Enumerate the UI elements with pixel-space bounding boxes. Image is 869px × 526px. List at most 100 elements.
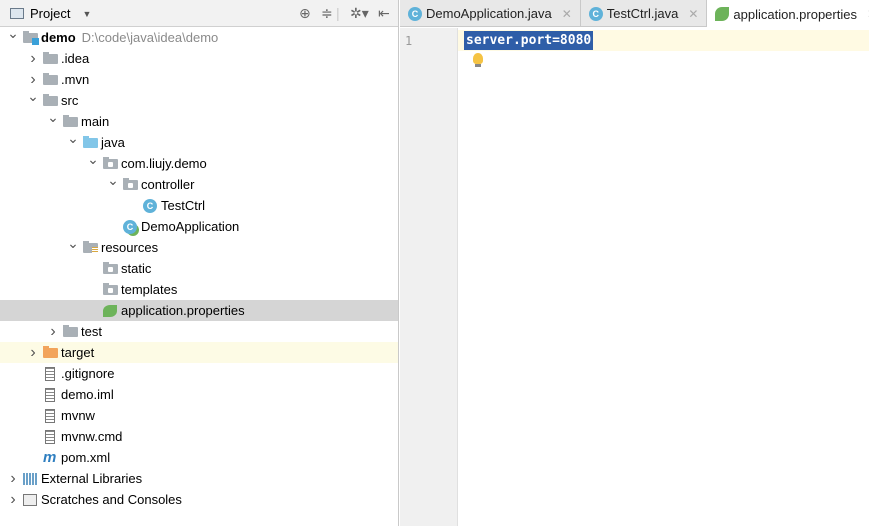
chevron-down-icon[interactable]: ⌄ — [47, 107, 59, 128]
folder-icon — [43, 94, 58, 106]
chevron-down-icon[interactable]: ⌄ — [87, 149, 99, 170]
gutter: 1 — [400, 28, 458, 526]
maven-icon: m — [43, 449, 57, 466]
tree-item[interactable]: › External Libraries — [0, 468, 398, 489]
close-icon[interactable]: ✕ — [562, 7, 572, 21]
tree-item-label: resources — [101, 237, 158, 258]
code-line[interactable]: server.port=8080 — [464, 31, 594, 50]
project-view-selector[interactable]: Project ▼ — [10, 6, 91, 21]
tree-item-name: .idea — [61, 51, 90, 66]
folder-icon — [43, 52, 58, 64]
editor-tab[interactable]: application.properties✕ — [707, 0, 869, 28]
tree-item[interactable]: mvnw — [0, 405, 398, 426]
resources-folder-icon — [83, 241, 98, 253]
tree-item-name: main — [81, 114, 110, 129]
tree-item[interactable]: ⌄ demo D:\code\java\idea\demo — [0, 25, 398, 48]
tree-item[interactable]: demo.iml — [0, 384, 398, 405]
spring-properties-icon — [103, 305, 117, 317]
editor-tabs: C DemoApplication.java ✕ C TestCtrl.java ✕ app… — [400, 0, 869, 28]
tree-item[interactable]: m pom.xml — [0, 447, 398, 468]
gear-icon[interactable]: ✲▾ — [350, 5, 369, 22]
tree-item-name: static — [121, 261, 152, 276]
lightbulb-icon[interactable] — [473, 53, 483, 67]
code-editor[interactable]: 1 server.port=8080 — [400, 28, 869, 526]
tree-item[interactable]: ⌄ main — [0, 109, 398, 132]
editor-tab[interactable]: C DemoApplication.java ✕ — [400, 0, 581, 27]
chevron-right-icon[interactable]: › — [47, 321, 59, 342]
file-icon — [45, 430, 55, 444]
tree-item-label: target — [61, 342, 94, 363]
tree-item-name: java — [101, 135, 125, 150]
file-icon — [45, 388, 55, 402]
tree-item-name: DemoApplication — [141, 219, 240, 234]
tree-item-label: .gitignore — [61, 363, 114, 384]
module-folder-icon — [23, 31, 39, 45]
package-folder-icon — [123, 178, 138, 190]
collapse-all-icon[interactable]: ≑ — [321, 5, 333, 22]
tree-item[interactable]: templates — [0, 279, 398, 300]
tree-item-name: src — [61, 93, 79, 108]
tree-item-label: pom.xml — [61, 447, 110, 468]
tree-item-name: mvnw — [61, 408, 95, 423]
tree-item[interactable]: › test — [0, 321, 398, 342]
tree-item-label: TestCtrl — [161, 195, 205, 216]
chevron-right-icon[interactable]: › — [27, 342, 39, 363]
chevron-right-icon[interactable]: › — [7, 489, 19, 510]
tree-item-path: D:\code\java\idea\demo — [81, 30, 219, 45]
tree-item-label: controller — [141, 174, 194, 195]
tree-item-label: src — [61, 90, 78, 111]
project-title: Project — [30, 6, 71, 21]
chevron-down-icon[interactable]: ⌄ — [7, 23, 19, 44]
tree-item[interactable]: ⌄ resources — [0, 235, 398, 258]
project-icon — [10, 8, 24, 19]
tree-item-label: com.liujy.demo — [121, 153, 207, 174]
tree-item-label: DemoApplication — [141, 216, 239, 237]
chevron-down-icon[interactable]: ⌄ — [107, 170, 119, 191]
source-folder-icon — [83, 136, 98, 148]
tree-item[interactable]: ⌄ controller — [0, 172, 398, 195]
tree-item[interactable]: ⌄ com.liujy.demo — [0, 151, 398, 174]
tree-item[interactable]: › target — [0, 342, 398, 363]
spring-class-icon: C — [408, 6, 422, 21]
tree-item[interactable]: static — [0, 258, 398, 279]
chevron-down-icon[interactable]: ⌄ — [67, 233, 79, 254]
chevron-right-icon[interactable]: › — [27, 48, 39, 69]
tree-item-label: .idea — [61, 48, 89, 69]
package-folder-icon — [103, 262, 118, 274]
chevron-down-icon[interactable]: ⌄ — [67, 128, 79, 149]
tree-item-label: demo D:\code\java\idea\demo — [41, 27, 218, 48]
spring-properties-icon — [715, 7, 730, 21]
tree-item-name: .mvn — [61, 72, 90, 87]
tree-item-label: External Libraries — [41, 468, 142, 489]
package-folder-icon — [103, 157, 118, 169]
close-icon[interactable]: ✕ — [688, 7, 698, 21]
tree-item[interactable]: .gitignore — [0, 363, 398, 384]
chevron-right-icon[interactable]: › — [7, 468, 19, 489]
tree-item-label: templates — [121, 279, 177, 300]
project-tree: ⌄ demo D:\code\java\idea\demo › .idea › .mvn ⌄ s… — [0, 25, 398, 510]
editor-area: C DemoApplication.java ✕ C TestCtrl.java ✕ app… — [400, 0, 869, 526]
tree-item[interactable]: ⌄ src — [0, 88, 398, 111]
tree-item-name: demo.iml — [61, 387, 114, 402]
tree-item-label: static — [121, 258, 151, 279]
tree-item[interactable]: › .mvn — [0, 69, 398, 90]
tree-item[interactable]: › Scratches and Consoles — [0, 489, 398, 510]
folder-icon — [43, 73, 58, 85]
scratches-icon — [23, 494, 37, 506]
tree-item-label: test — [81, 321, 102, 342]
tree-item[interactable]: ⌄ java — [0, 130, 398, 153]
tree-item-label: java — [101, 132, 125, 153]
tree-item-name: pom.xml — [61, 450, 111, 465]
hide-icon[interactable]: ⇤ — [378, 5, 390, 22]
tree-item[interactable]: › .idea — [0, 48, 398, 69]
project-toolbar: Project ▼ ⊕ ≑ | ✲▾ ⇤ — [0, 0, 398, 27]
locate-icon[interactable]: ⊕ — [299, 5, 311, 22]
chevron-down-icon[interactable]: ⌄ — [27, 86, 39, 107]
tree-item[interactable]: C TestCtrl — [0, 195, 398, 216]
tree-item-label: .mvn — [61, 69, 89, 90]
tree-item-name: controller — [141, 177, 195, 192]
tree-item[interactable]: C DemoApplication — [0, 216, 398, 237]
tree-item[interactable]: mvnw.cmd — [0, 426, 398, 447]
editor-tab[interactable]: C TestCtrl.java ✕ — [581, 0, 708, 27]
tree-item[interactable]: application.properties — [0, 300, 398, 321]
